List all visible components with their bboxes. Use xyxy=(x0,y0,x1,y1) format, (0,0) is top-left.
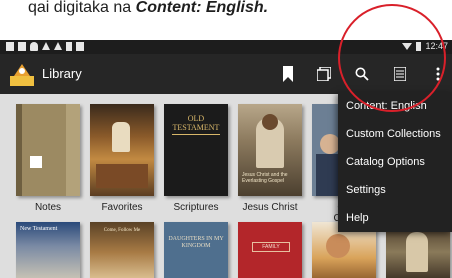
cover-title: FAMILY xyxy=(252,242,290,252)
cloud-notification-icon xyxy=(30,42,38,51)
app-title: Library xyxy=(42,66,82,81)
app-logo-icon[interactable] xyxy=(10,62,34,86)
collection-tile-notes[interactable]: Notes xyxy=(16,104,80,213)
menu-item-help[interactable]: Help xyxy=(338,204,452,232)
tile-label: Scriptures xyxy=(173,202,219,213)
cover-title: OLD TESTAMENT xyxy=(172,114,220,132)
cover-title: New Testament xyxy=(20,226,58,232)
caption-emphasis: Content: English. xyxy=(135,0,269,16)
menu-item-settings[interactable]: Settings xyxy=(338,176,452,204)
status-time: 12:47 xyxy=(425,41,448,51)
collection-tile-favorites[interactable]: Favorites xyxy=(90,104,154,213)
list-icon xyxy=(394,67,406,81)
windows-button[interactable] xyxy=(314,64,334,84)
cover-title: Jesus Christ and the Everlasting Gospel xyxy=(242,172,288,184)
collection-tile-new-testament[interactable]: New Testament xyxy=(16,222,80,278)
search-button[interactable] xyxy=(352,64,372,84)
more-vert-icon xyxy=(436,67,440,81)
battery-icon xyxy=(416,41,422,51)
overflow-menu: Content: English Custom Collections Cata… xyxy=(338,92,452,232)
cover-title: Come, Follow Me xyxy=(103,228,141,233)
windows-icon xyxy=(317,67,331,81)
overflow-menu-button[interactable] xyxy=(428,64,448,84)
app-bar: Library xyxy=(0,54,452,94)
tile-label: Notes xyxy=(34,202,62,213)
collection-tile-jesus-christ[interactable]: Jesus Christ and the Everlasting Gospel … xyxy=(238,104,302,213)
daughters-cover: DAUGHTERS IN MY KINGDOM xyxy=(164,222,228,278)
collection-tile-scriptures[interactable]: OLD TESTAMENT Scriptures xyxy=(164,104,228,213)
alert-notification-icon xyxy=(42,42,50,50)
scriptures-cover: OLD TESTAMENT xyxy=(164,104,228,196)
family-cover: FAMILY xyxy=(238,222,302,278)
collection-tile-daughters[interactable]: DAUGHTERS IN MY KINGDOM xyxy=(164,222,228,278)
bookmark-icon xyxy=(283,66,293,82)
jesus-christ-cover: Jesus Christ and the Everlasting Gospel xyxy=(238,104,302,196)
alert-notification-icon xyxy=(54,42,62,50)
status-bar: 12:47 xyxy=(0,40,452,54)
list-view-button[interactable] xyxy=(390,64,410,84)
come-follow-me-cover: Come, Follow Me xyxy=(90,222,154,278)
tablet-screen: 12:47 Library Notes Favorites OLD TESTAM… xyxy=(0,40,452,278)
tile-label: Favorites xyxy=(101,202,143,213)
download-notification-icon xyxy=(66,42,72,51)
search-icon xyxy=(355,67,369,81)
favorites-cover xyxy=(90,104,154,196)
menu-item-custom-collections[interactable]: Custom Collections xyxy=(338,120,452,148)
photo-notification-icon xyxy=(76,42,84,51)
wifi-icon xyxy=(402,42,413,50)
image-notification-icon xyxy=(6,42,14,51)
menu-item-catalog-options[interactable]: Catalog Options xyxy=(338,148,452,176)
note-icon xyxy=(30,156,42,168)
notes-cover xyxy=(16,104,80,196)
new-testament-cover: New Testament xyxy=(16,222,80,278)
instruction-caption: qai digitaka na Content: English. xyxy=(0,0,452,36)
gallery-notification-icon xyxy=(18,42,26,51)
cover-title: DAUGHTERS IN MY KINGDOM xyxy=(168,236,224,249)
menu-item-content-language[interactable]: Content: English xyxy=(338,92,452,120)
collection-tile-family[interactable]: FAMILY xyxy=(238,222,302,278)
bookmark-button[interactable] xyxy=(278,64,298,84)
collection-tile-come-follow-me[interactable]: Come, Follow Me xyxy=(90,222,154,278)
caption-prefix: qai digitaka na xyxy=(28,0,136,16)
tile-label: Jesus Christ xyxy=(242,202,298,213)
